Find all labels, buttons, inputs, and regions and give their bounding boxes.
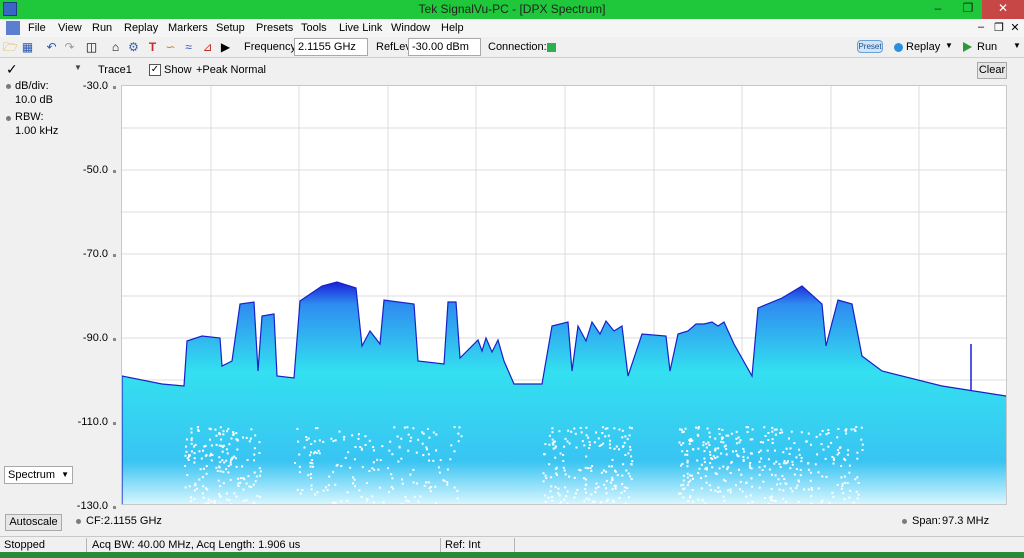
autoscale-button[interactable]: Autoscale <box>5 514 62 531</box>
y-tick-label: -90.0 <box>82 332 108 344</box>
cf-label: CF: <box>86 515 104 527</box>
analysis-icon[interactable]: ≈ <box>181 40 196 55</box>
rbw-value[interactable]: 1.00 kHz <box>15 125 58 137</box>
menu-file[interactable]: File <box>28 22 46 34</box>
show-label: Show <box>164 64 192 76</box>
status-divider <box>440 538 441 552</box>
windows-icon[interactable]: ◫ <box>84 40 99 55</box>
menu-bar: File View Run Replay Markers Setup Prese… <box>0 19 1024 37</box>
window-title: Tek SignalVu-PC - [DPX Spectrum] <box>418 2 606 16</box>
replay-dropdown-icon[interactable]: ▼ <box>945 41 953 50</box>
run-state: Stopped <box>4 539 45 551</box>
preset-button[interactable]: Preset <box>857 40 883 53</box>
mdi-restore-icon[interactable]: ❐ <box>992 21 1006 34</box>
reference-info: Ref: Int <box>445 539 481 551</box>
audio-icon[interactable]: ▶ <box>218 40 233 55</box>
y-tick-mark <box>113 254 116 257</box>
y-tick-label: -110.0 <box>77 416 108 428</box>
y-tick-mark <box>113 86 116 89</box>
show-checkbox[interactable]: ✓ <box>149 64 161 76</box>
cf-value[interactable]: 2.1155 GHz <box>104 515 162 527</box>
connection-label: Connection: <box>488 41 547 53</box>
y-tick-mark <box>113 506 116 509</box>
display-select-value: Spectrum <box>8 469 56 481</box>
open-folder-icon[interactable]: 🗁 <box>3 40 18 55</box>
run-button[interactable]: Run <box>977 41 997 53</box>
dpx-spectrum-plot[interactable] <box>121 85 1007 505</box>
markers-icon[interactable]: ⊿ <box>200 40 215 55</box>
menu-replay[interactable]: Replay <box>124 22 158 34</box>
trace-name[interactable]: Trace1 <box>98 64 132 76</box>
y-tick-mark <box>113 422 116 425</box>
trace-dropdown-icon[interactable]: ▼ <box>74 63 82 72</box>
settings-gear-icon[interactable]: ⚙ <box>126 40 141 55</box>
menu-help[interactable]: Help <box>441 22 464 34</box>
minimize-button[interactable]: – <box>924 0 952 19</box>
run-dropdown-icon[interactable]: ▼ <box>1013 41 1021 50</box>
menu-presets[interactable]: Presets <box>256 22 293 34</box>
display-select[interactable]: Spectrum ▼ <box>4 466 73 484</box>
frequency-label: Frequency: <box>244 41 300 53</box>
rbw-dot-icon <box>6 116 11 121</box>
taskbar-strip <box>0 552 1024 558</box>
mdi-minimize-icon[interactable]: – <box>974 21 988 33</box>
dbdiv-value[interactable]: 10.0 dB <box>15 94 53 106</box>
clear-button[interactable]: Clear <box>977 62 1007 79</box>
trigger-icon[interactable]: T <box>145 40 160 55</box>
menu-window[interactable]: Window <box>391 22 430 34</box>
displays-icon[interactable]: ⌂ <box>108 40 123 55</box>
replay-button[interactable]: Replay <box>906 41 940 53</box>
acquisition-info: Acq BW: 40.00 MHz, Acq Length: 1.906 us <box>92 539 301 551</box>
detection-label[interactable]: +Peak Normal <box>196 64 266 76</box>
undo-icon[interactable]: ↶ <box>44 40 59 55</box>
chevron-down-icon: ▼ <box>61 470 69 479</box>
reflev-input[interactable]: -30.00 dBm <box>408 38 481 56</box>
menu-setup[interactable]: Setup <box>216 22 245 34</box>
acquire-icon[interactable]: ∽ <box>163 40 178 55</box>
close-button[interactable]: ✕ <box>982 0 1024 19</box>
menu-markers[interactable]: Markers <box>168 22 208 34</box>
toolbar: 🗁 ▦ ↶ ↷ ◫ ⌂ ⚙ T ∽ ≈ ⊿ ▶ Frequency: 2.115… <box>0 37 1024 58</box>
redo-icon[interactable]: ↷ <box>62 40 77 55</box>
span-label: Span: <box>912 515 941 527</box>
save-icon[interactable]: ▦ <box>20 40 35 55</box>
status-divider <box>86 538 87 552</box>
dbdiv-dot-icon <box>6 84 11 89</box>
document-icon[interactable] <box>6 21 20 35</box>
spectrum-graph <box>122 86 1006 504</box>
replay-icon[interactable] <box>894 43 903 52</box>
menu-run[interactable]: Run <box>92 22 112 34</box>
status-divider <box>514 538 515 552</box>
status-bar: Stopped Acq BW: 40.00 MHz, Acq Length: 1… <box>0 536 1024 552</box>
connection-status-indicator <box>547 43 556 52</box>
trace-bar: ✓ ▼ Trace1 ✓ Show +Peak Normal Clear <box>0 60 1024 80</box>
y-tick-mark <box>113 338 116 341</box>
run-icon[interactable] <box>963 42 972 52</box>
cf-dot-icon <box>76 519 81 524</box>
y-tick-label: -130.0 <box>76 500 108 512</box>
menu-view[interactable]: View <box>58 22 82 34</box>
menu-tools[interactable]: Tools <box>301 22 327 34</box>
frequency-input[interactable]: 2.1155 GHz <box>294 38 368 56</box>
checkmark-icon[interactable]: ✓ <box>6 61 18 78</box>
title-bar: Tek SignalVu-PC - [DPX Spectrum] – ❐ ✕ <box>0 0 1024 19</box>
y-tick-mark <box>113 170 116 173</box>
y-tick-label: -70.0 <box>82 248 108 260</box>
rbw-label: RBW: <box>15 111 44 123</box>
dbdiv-label: dB/div: <box>15 80 49 92</box>
restore-button[interactable]: ❐ <box>954 0 982 19</box>
span-value[interactable]: 97.3 MHz <box>942 515 989 527</box>
y-tick-label: -50.0 <box>82 164 108 176</box>
app-window: Tek SignalVu-PC - [DPX Spectrum] – ❐ ✕ F… <box>0 0 1024 558</box>
y-tick-label: -30.0 <box>82 80 108 92</box>
menu-live-link[interactable]: Live Link <box>339 22 382 34</box>
span-dot-icon <box>902 519 907 524</box>
mdi-close-icon[interactable]: ✕ <box>1008 21 1022 34</box>
